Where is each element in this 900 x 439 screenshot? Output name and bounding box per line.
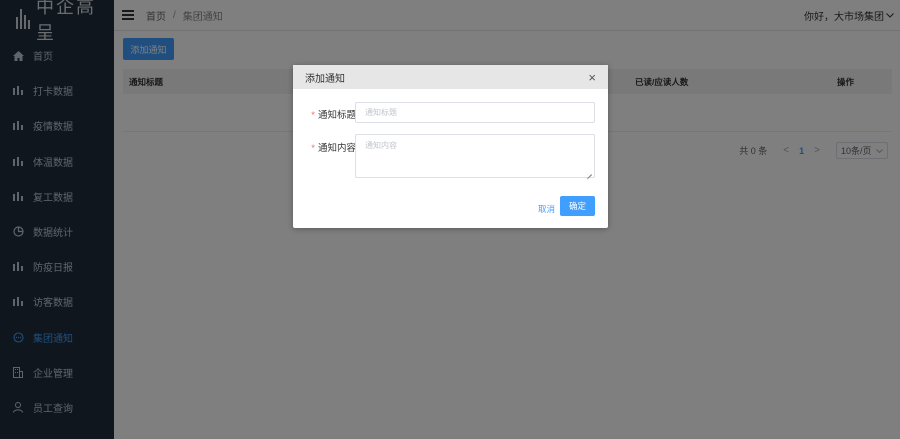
notice-content-textarea[interactable]: 通知内容 xyxy=(355,134,595,178)
form-row-content: * 通知内容 xyxy=(307,140,356,154)
confirm-button[interactable]: 确定 xyxy=(560,196,595,216)
required-mark: * xyxy=(311,110,315,121)
content-label: * 通知内容 xyxy=(311,143,356,154)
close-icon[interactable]: × xyxy=(588,71,596,84)
add-notice-dialog: 添加通知 × * 通知标题 通知标题 * 通知内容 通知内容 取消 确定 xyxy=(293,65,608,228)
dialog-title: 添加通知 xyxy=(305,73,345,85)
title-label: * 通知标题 xyxy=(311,110,356,121)
content-placeholder: 通知内容 xyxy=(365,141,397,150)
resize-handle-icon[interactable] xyxy=(586,169,592,175)
required-mark: * xyxy=(311,143,315,154)
notice-title-input[interactable]: 通知标题 xyxy=(355,102,595,123)
form-row-title: * 通知标题 xyxy=(307,107,356,121)
dialog-header: 添加通知 × xyxy=(293,65,608,89)
cancel-button[interactable]: 取消 xyxy=(538,203,555,215)
